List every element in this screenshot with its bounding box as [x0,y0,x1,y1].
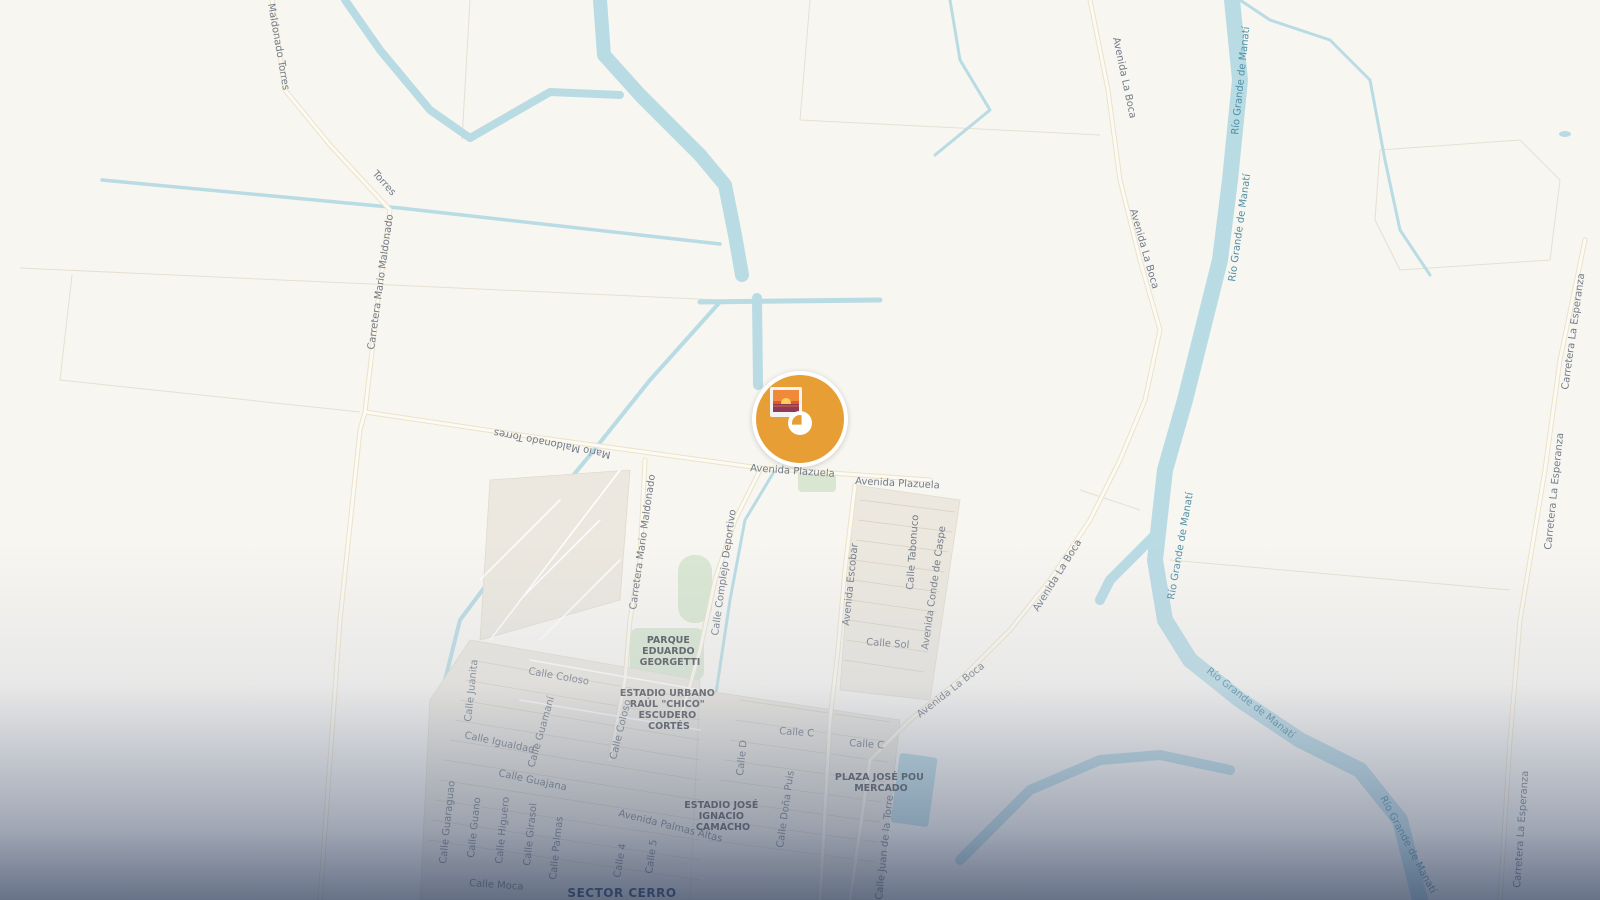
canal-cross [697,297,883,305]
map-view[interactable]: Maldonado Torres Torres Carretera Mario … [0,0,1600,900]
district-sector-cerro: SECTOR CERRO [567,886,676,900]
marker-count-notch [792,415,802,425]
marker-count-ring [788,411,812,435]
photo-cluster-marker[interactable] [752,371,848,467]
poi-parque-eduardo-georgetti[interactable]: PARQUE EDUARDO GEORGETTI [640,635,701,668]
